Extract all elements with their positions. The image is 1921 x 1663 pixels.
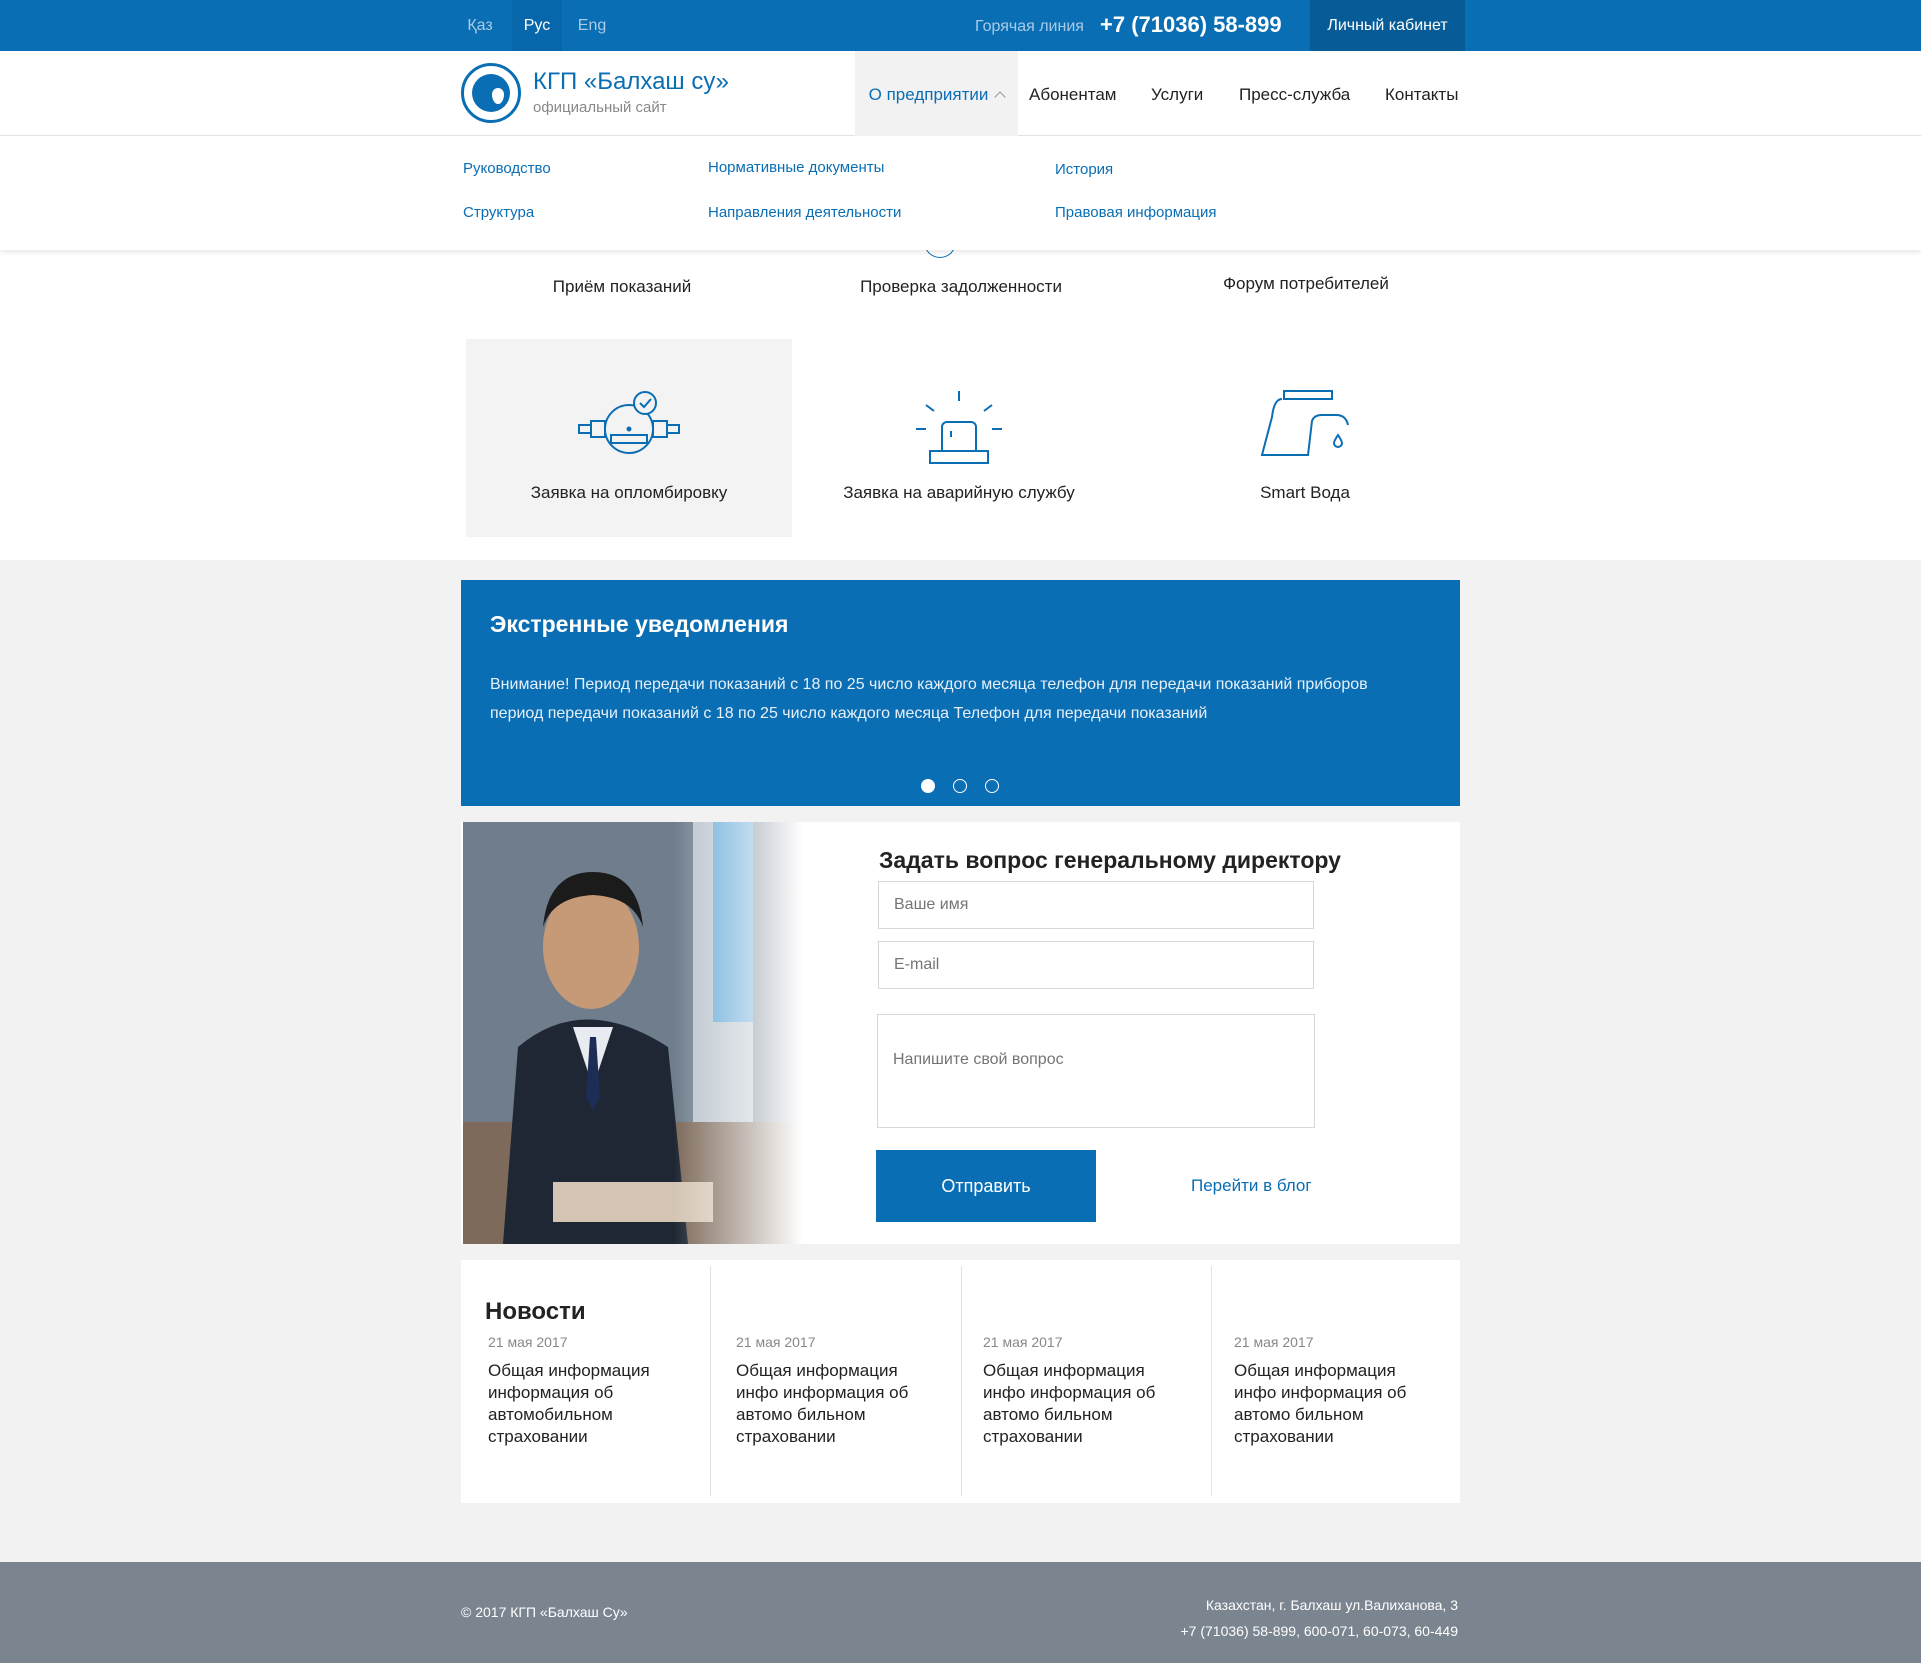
news-item[interactable]: Новости 21 мая 2017 Общая информация инф… <box>461 1266 711 1496</box>
lang-kaz[interactable]: Қаз <box>461 0 499 51</box>
logo-emblem-icon <box>472 74 510 112</box>
news-item[interactable]: 21 мая 2017 Общая информация инфо информ… <box>710 1266 961 1496</box>
blog-link[interactable]: Перейти в блог <box>1191 1176 1312 1196</box>
service-meter-readings[interactable]: Приём показаний <box>522 277 722 297</box>
top-bar: Қаз Рус Eng Горячая линия +7 (71036) 58-… <box>0 0 1921 51</box>
news-text[interactable]: Общая информация информация об автомобил… <box>488 1360 658 1448</box>
about-dropdown-menu: Руководство Нормативные документы Истори… <box>0 136 1921 250</box>
emergency-title: Экстренные уведомления <box>490 611 789 637</box>
footer: © 2017 КГП «Балхаш Су» Казахстан, г. Бал… <box>0 1562 1921 1663</box>
name-input[interactable] <box>878 881 1314 929</box>
footer-address: Казахстан, г. Балхаш ул.Валиханова, 3 <box>1205 1597 1458 1613</box>
menu-item-legal-info[interactable]: Правовая информация <box>1055 204 1216 221</box>
menu-item-structure[interactable]: Структура <box>463 204 534 221</box>
slider-dot-3[interactable] <box>985 779 999 793</box>
footer-phones: +7 (71036) 58-899, 600-071, 60-073, 60-4… <box>1180 1623 1459 1639</box>
tile-emergency-request[interactable]: Заявка на аварийную службу <box>796 339 1122 537</box>
news-text[interactable]: Общая информация инфо информация об авто… <box>1234 1360 1434 1448</box>
news-section: Новости 21 мая 2017 Общая информация инф… <box>461 1260 1460 1503</box>
menu-item-history[interactable]: История <box>1055 161 1113 178</box>
tile-sealing-label: Заявка на опломбировку <box>530 483 728 502</box>
tile-smart-water[interactable]: Smart Вода <box>1142 339 1468 537</box>
tile-smart-water-label: Smart Вода <box>1260 483 1350 502</box>
chevron-up-icon <box>994 91 1007 103</box>
news-title: Новости <box>485 1298 586 1325</box>
news-text[interactable]: Общая информация инфо информация об авто… <box>983 1360 1183 1448</box>
news-date: 21 мая 2017 <box>1234 1334 1314 1350</box>
question-textarea[interactable] <box>877 1014 1315 1128</box>
nav-press[interactable]: Пресс-служба <box>1239 51 1350 136</box>
slider-dot-2[interactable] <box>953 779 967 793</box>
siren-icon <box>914 389 1004 474</box>
personal-cabinet-button[interactable]: Личный кабинет <box>1310 0 1465 51</box>
tile-emergency-label: Заявка на аварийную службу <box>843 483 1075 502</box>
nav-services[interactable]: Услуги <box>1151 51 1203 136</box>
service-debt-check[interactable]: Проверка задолженности <box>836 277 1086 297</box>
slider-dot-1[interactable] <box>921 779 935 793</box>
nav-about-label: О предприятии <box>868 85 989 104</box>
news-text[interactable]: Общая информация инфо информация об авто… <box>736 1360 936 1448</box>
lang-rus[interactable]: Рус <box>512 0 562 51</box>
faucet-icon <box>1260 389 1350 464</box>
menu-item-management[interactable]: Руководство <box>463 160 551 177</box>
logo[interactable] <box>461 63 521 123</box>
news-date: 21 мая 2017 <box>983 1334 1063 1350</box>
news-item[interactable]: 21 мая 2017 Общая информация инфо информ… <box>1211 1266 1460 1496</box>
site-name[interactable]: КГП «Балхаш су» <box>533 68 729 96</box>
news-date: 21 мая 2017 <box>736 1334 816 1350</box>
menu-item-regulatory-docs[interactable]: Нормативные документы <box>708 159 884 176</box>
news-date: 21 мая 2017 <box>488 1334 568 1350</box>
ask-director-section: Задать вопрос генеральному директору Отп… <box>461 822 1460 1244</box>
tile-sealing-request[interactable]: Заявка на опломбировку <box>466 339 792 537</box>
hotline-phone[interactable]: +7 (71036) 58-899 <box>1100 12 1282 38</box>
lang-eng[interactable]: Eng <box>572 0 612 51</box>
news-item[interactable]: 21 мая 2017 Общая информация инфо информ… <box>961 1266 1211 1496</box>
service-consumer-forum[interactable]: Форум потребителей <box>1181 274 1431 294</box>
email-input[interactable] <box>878 941 1314 989</box>
nav-subscribers[interactable]: Абонентам <box>1029 51 1117 136</box>
emergency-notifications: Экстренные уведомления Внимание! Период … <box>461 580 1460 806</box>
send-button[interactable]: Отправить <box>876 1150 1096 1222</box>
menu-item-activities[interactable]: Направления деятельности <box>708 204 901 221</box>
water-meter-icon <box>577 389 681 466</box>
copyright: © 2017 КГП «Балхаш Су» <box>461 1604 628 1620</box>
footer-contacts: Казахстан, г. Балхаш ул.Валиханова, 3 +7… <box>1181 1592 1459 1644</box>
site-subtitle: официальный сайт <box>533 99 667 116</box>
director-photo <box>463 822 803 1244</box>
main-header: КГП «Балхаш су» официальный сайт О предп… <box>0 51 1921 136</box>
emergency-text: Внимание! Период передачи показаний с 18… <box>490 676 1368 722</box>
nav-contacts[interactable]: Контакты <box>1385 51 1458 136</box>
nav-about[interactable]: О предприятии <box>855 51 1018 136</box>
ask-director-title: Задать вопрос генеральному директору <box>879 847 1341 873</box>
hotline-label: Горячая линия <box>975 18 1084 35</box>
